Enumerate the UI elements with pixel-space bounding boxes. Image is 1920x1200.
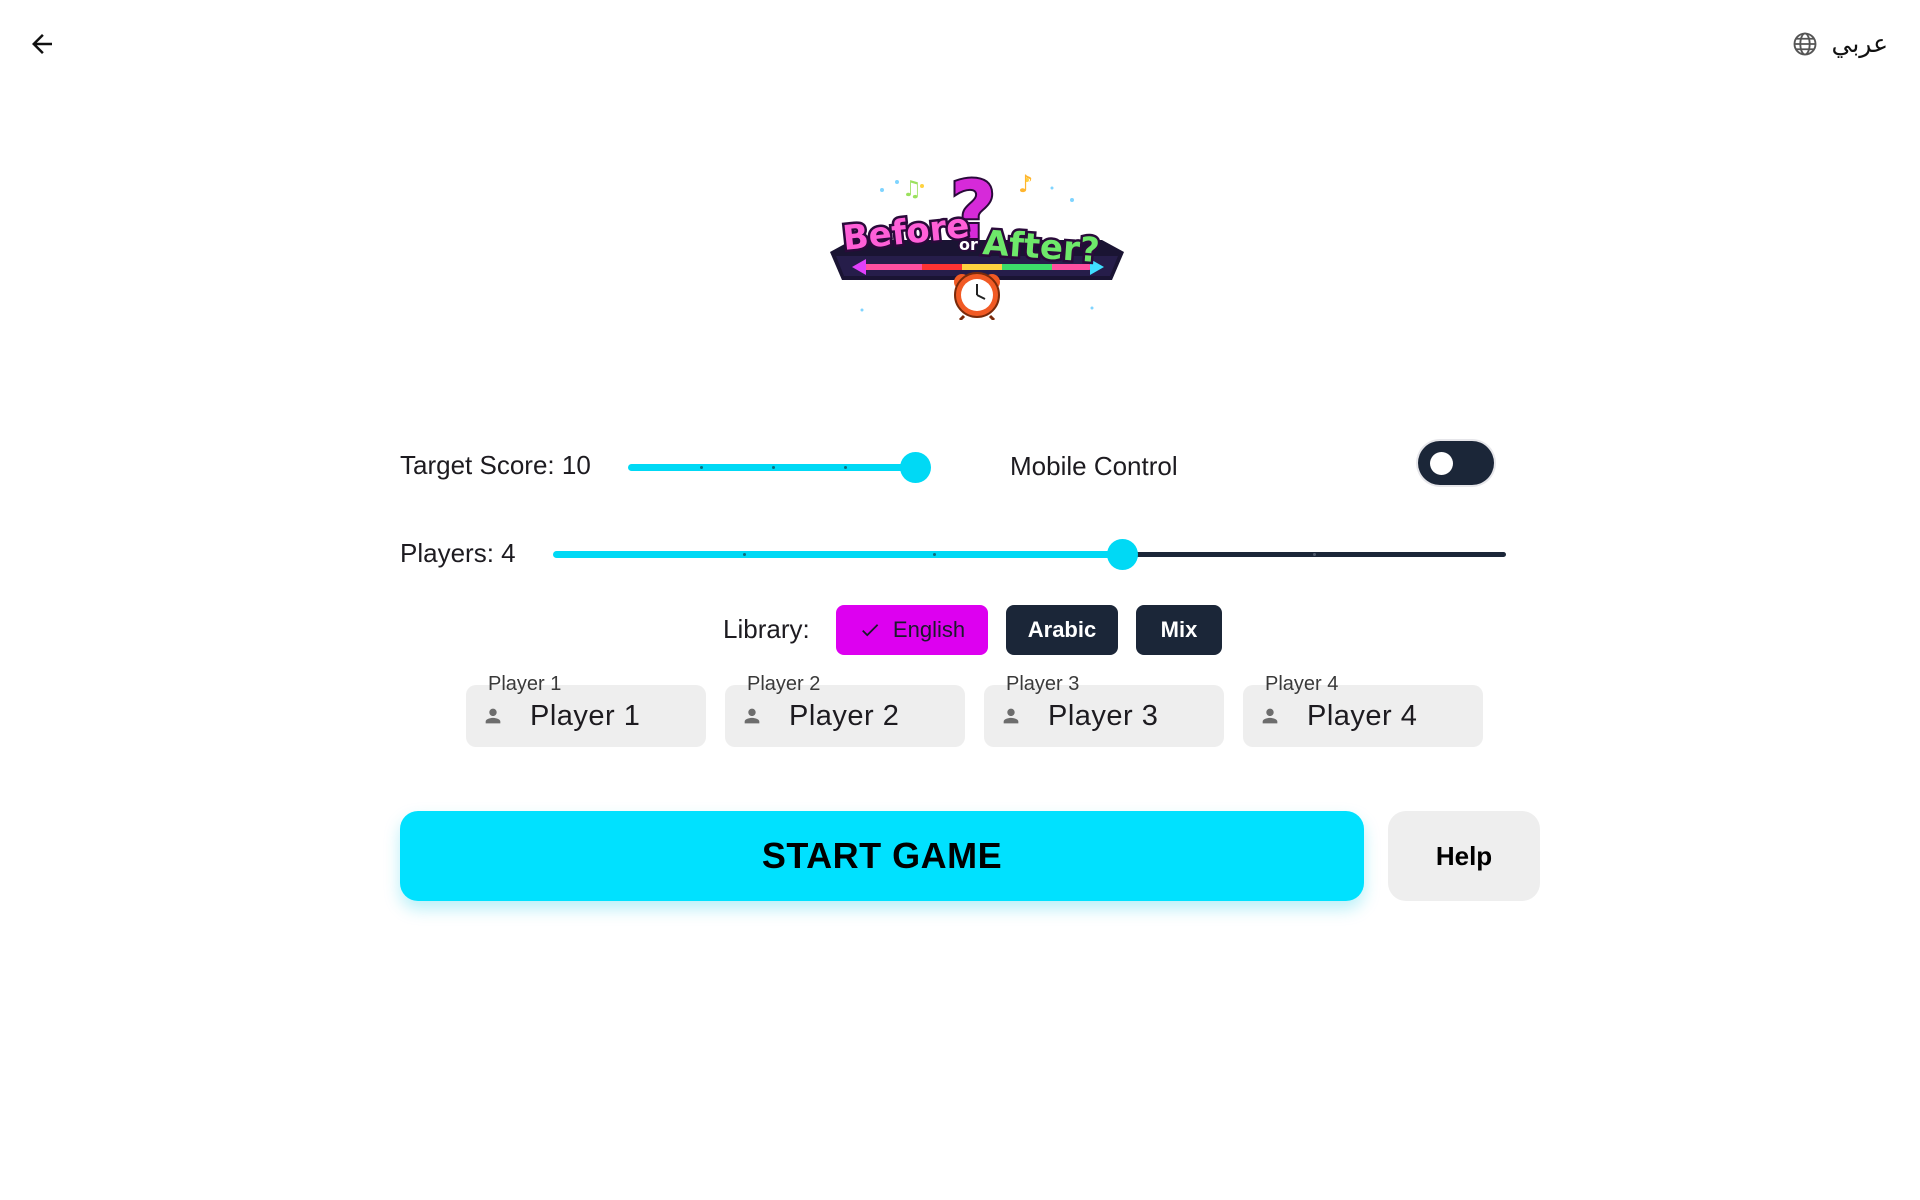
globe-icon xyxy=(1794,32,1817,56)
slider-tick xyxy=(743,553,746,556)
slider-tick xyxy=(933,553,936,556)
slider-tick xyxy=(700,466,703,469)
mobile-control-toggle[interactable] xyxy=(1418,441,1494,485)
svg-text:♫: ♫ xyxy=(902,177,922,202)
target-score-slider[interactable] xyxy=(628,450,931,484)
library-label: Library: xyxy=(723,614,810,644)
players-thumb[interactable] xyxy=(1107,539,1138,570)
mobile-control-label: Mobile Control xyxy=(1010,451,1178,481)
library-chip-arabic[interactable]: Arabic xyxy=(1006,605,1118,655)
slider-tick xyxy=(844,466,847,469)
library-chip-mix[interactable]: Mix xyxy=(1136,605,1222,655)
person-icon xyxy=(1262,708,1278,724)
game-logo: ♫ ♪ ? Before or After? xyxy=(822,160,1132,322)
player-1-field-label: Player 1 xyxy=(488,673,562,695)
player-1-input[interactable] xyxy=(530,697,700,735)
players-slider[interactable] xyxy=(553,537,1506,571)
check-icon xyxy=(862,624,879,637)
player-4-input[interactable] xyxy=(1307,697,1477,735)
player-3-field-label: Player 3 xyxy=(1006,673,1080,695)
svg-text:After?: After? xyxy=(981,223,1100,271)
slider-tick xyxy=(1313,553,1316,556)
language-label: عربي xyxy=(1831,30,1888,58)
player-2-field-label: Player 2 xyxy=(747,673,821,695)
start-game-button[interactable]: START GAME xyxy=(400,811,1364,901)
target-score-thumb[interactable] xyxy=(900,452,931,483)
players-track-active xyxy=(553,551,1123,558)
player-2-field[interactable]: Player 2 xyxy=(725,673,965,747)
language-switch-button[interactable]: عربي xyxy=(1791,22,1888,66)
player-4-field[interactable]: Player 4 xyxy=(1243,673,1483,747)
player-2-input[interactable] xyxy=(789,697,959,735)
help-button[interactable]: Help xyxy=(1388,811,1540,901)
player-1-field[interactable]: Player 1 xyxy=(466,673,706,747)
back-button[interactable] xyxy=(20,22,64,66)
players-label: Players: 4 xyxy=(400,538,516,568)
toggle-knob xyxy=(1430,452,1453,475)
target-score-label: Target Score: 10 xyxy=(400,450,591,480)
person-icon xyxy=(1003,708,1019,724)
player-3-input[interactable] xyxy=(1048,697,1218,735)
slider-tick xyxy=(772,466,775,469)
player-4-field-label: Player 4 xyxy=(1265,673,1339,695)
person-icon xyxy=(744,708,760,724)
alarm-clock-icon xyxy=(954,272,1000,322)
library-chip-english[interactable]: English xyxy=(836,605,988,655)
person-icon xyxy=(485,708,501,724)
svg-text:or: or xyxy=(959,235,978,254)
arrow-left-icon xyxy=(32,34,52,54)
svg-text:♪: ♪ xyxy=(1018,170,1033,198)
player-3-field[interactable]: Player 3 xyxy=(984,673,1224,747)
